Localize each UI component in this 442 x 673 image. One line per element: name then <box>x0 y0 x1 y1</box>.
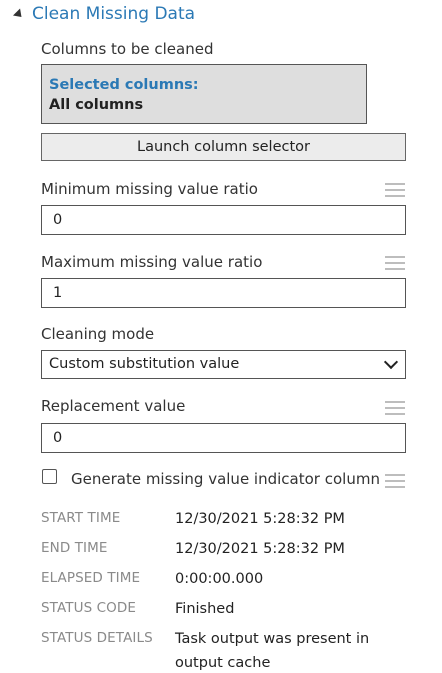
replacement-input[interactable] <box>41 423 406 453</box>
elapsed-time-key: ELAPSED TIME <box>41 570 141 586</box>
indicator-hamburger-icon[interactable] <box>385 474 405 488</box>
replacement-hamburger-icon[interactable] <box>385 401 405 415</box>
cleaning-mode-selected: Custom substitution value <box>49 356 240 372</box>
module-title: Clean Missing Data <box>32 4 196 24</box>
max-ratio-input[interactable] <box>41 278 406 308</box>
start-time-key: START TIME <box>41 510 121 526</box>
indicator-checkbox[interactable] <box>42 469 57 484</box>
min-ratio-hamburger-icon[interactable] <box>385 183 405 197</box>
status-details-value-line1: Task output was present in <box>175 631 370 647</box>
max-ratio-hamburger-icon[interactable] <box>385 256 405 270</box>
collapse-caret-icon[interactable] <box>12 7 26 21</box>
elapsed-time-value: 0:00:00.000 <box>175 571 264 587</box>
launch-column-selector-button[interactable]: Launch column selector <box>41 133 406 161</box>
selected-columns-value: All columns <box>49 97 144 113</box>
min-ratio-input[interactable] <box>41 205 406 235</box>
status-code-key: STATUS CODE <box>41 600 137 616</box>
max-ratio-label: Maximum missing value ratio <box>41 253 263 271</box>
indicator-label[interactable]: Generate missing value indicator column <box>71 470 380 488</box>
module-header[interactable]: Clean Missing Data <box>12 2 196 26</box>
cleaning-mode-select[interactable]: Custom substitution value <box>41 350 406 379</box>
selected-columns-title: Selected columns: <box>49 77 199 93</box>
min-ratio-label: Minimum missing value ratio <box>41 180 258 198</box>
end-time-value: 12/30/2021 5:28:32 PM <box>175 541 345 557</box>
end-time-key: END TIME <box>41 540 108 556</box>
columns-label: Columns to be cleaned <box>41 40 214 58</box>
status-details-value-line2: output cache <box>175 655 271 671</box>
start-time-value: 12/30/2021 5:28:32 PM <box>175 511 345 527</box>
chevron-down-icon <box>383 354 399 370</box>
status-details-key: STATUS DETAILS <box>41 630 153 646</box>
status-code-value: Finished <box>175 601 235 617</box>
selected-columns-box: Selected columns: All columns <box>41 64 367 124</box>
replacement-label: Replacement value <box>41 397 186 415</box>
cleaning-mode-label: Cleaning mode <box>41 325 155 343</box>
